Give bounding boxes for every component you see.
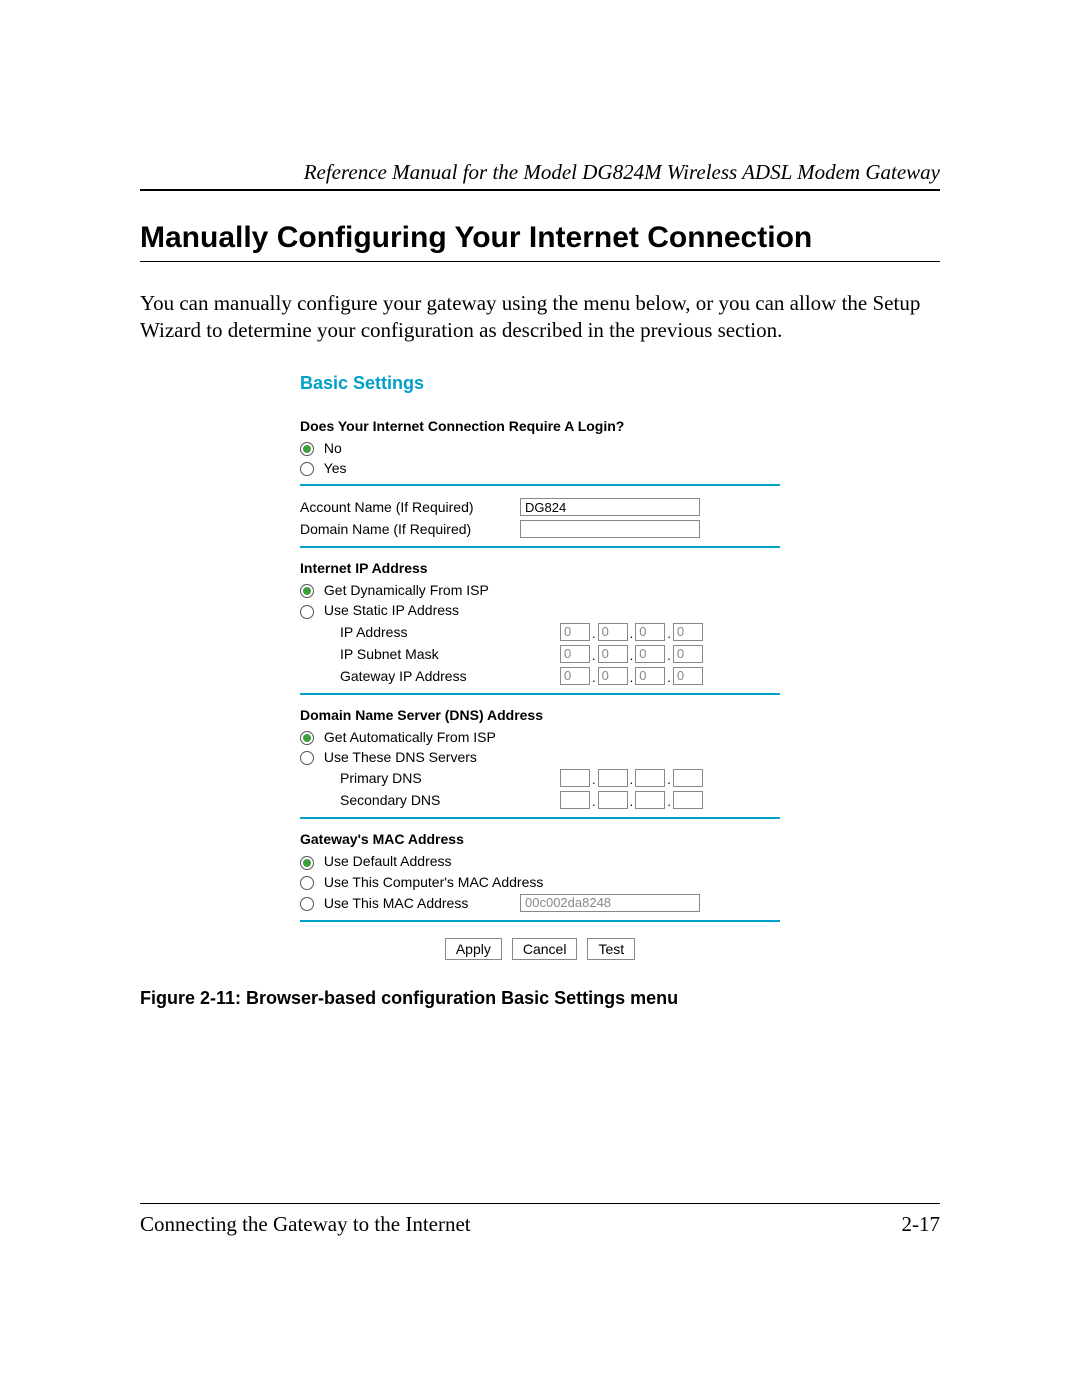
secondary-dns-octet[interactable]: [598, 791, 628, 809]
apply-button[interactable]: Apply: [445, 938, 502, 960]
dns-manual-label: Use These DNS Servers: [324, 749, 477, 765]
radio-icon: [300, 462, 314, 476]
domain-name-label: Domain Name (If Required): [300, 521, 520, 537]
domain-name-input[interactable]: [520, 520, 700, 538]
cancel-button[interactable]: Cancel: [512, 938, 578, 960]
divider: [300, 693, 780, 695]
gw-octet[interactable]: [635, 667, 665, 685]
divider: [300, 546, 780, 548]
mac-default-option[interactable]: Use Default Address: [300, 853, 452, 869]
login-no-option[interactable]: No: [300, 440, 342, 456]
heading-rule: [140, 261, 940, 262]
radio-icon: [300, 584, 314, 598]
ip-octet[interactable]: [598, 623, 628, 641]
secondary-dns-label: Secondary DNS: [300, 792, 560, 808]
ip-static-option[interactable]: Use Static IP Address: [300, 602, 459, 618]
divider: [300, 817, 780, 819]
basic-settings-panel: Basic Settings Does Your Internet Connec…: [300, 373, 780, 960]
radio-icon: [300, 856, 314, 870]
secondary-dns-octet[interactable]: [560, 791, 590, 809]
footer-chapter: Connecting the Gateway to the Internet: [140, 1212, 471, 1237]
gw-octet[interactable]: [598, 667, 628, 685]
footer-rule: [140, 1203, 940, 1204]
login-yes-label: Yes: [324, 460, 347, 476]
header-reference: Reference Manual for the Model DG824M Wi…: [140, 160, 940, 185]
primary-dns-label: Primary DNS: [300, 770, 560, 786]
mac-address-input[interactable]: [520, 894, 700, 912]
mac-this-label: Use This MAC Address: [324, 895, 468, 911]
primary-dns-octet[interactable]: [635, 769, 665, 787]
dns-heading: Domain Name Server (DNS) Address: [300, 707, 780, 723]
gw-octet[interactable]: [673, 667, 703, 685]
gw-octet[interactable]: [560, 667, 590, 685]
mac-default-label: Use Default Address: [324, 853, 452, 869]
mac-this-option[interactable]: Use This MAC Address: [300, 895, 520, 911]
ip-address-label: IP Address: [300, 624, 560, 640]
login-question: Does Your Internet Connection Require A …: [300, 418, 780, 434]
figure-caption: Figure 2-11: Browser-based configuration…: [140, 988, 940, 1009]
ip-static-label: Use Static IP Address: [324, 602, 459, 618]
divider: [300, 920, 780, 922]
ip-heading: Internet IP Address: [300, 560, 780, 576]
ip-octet[interactable]: [560, 623, 590, 641]
section-heading: Manually Configuring Your Internet Conne…: [140, 221, 940, 255]
gw-label: Gateway IP Address: [300, 668, 560, 684]
secondary-dns-octet[interactable]: [673, 791, 703, 809]
mac-computer-option[interactable]: Use This Computer's MAC Address: [300, 874, 543, 890]
radio-icon: [300, 751, 314, 765]
radio-icon: [300, 897, 314, 911]
radio-icon: [300, 731, 314, 745]
panel-title: Basic Settings: [300, 373, 780, 394]
subnet-octet[interactable]: [598, 645, 628, 663]
ip-dynamic-label: Get Dynamically From ISP: [324, 582, 489, 598]
subnet-label: IP Subnet Mask: [300, 646, 560, 662]
ip-octet[interactable]: [635, 623, 665, 641]
primary-dns-octet[interactable]: [560, 769, 590, 787]
test-button[interactable]: Test: [587, 938, 635, 960]
dns-manual-option[interactable]: Use These DNS Servers: [300, 749, 477, 765]
login-yes-option[interactable]: Yes: [300, 460, 346, 476]
radio-icon: [300, 605, 314, 619]
primary-dns-octet[interactable]: [598, 769, 628, 787]
radio-icon: [300, 442, 314, 456]
primary-dns-octet[interactable]: [673, 769, 703, 787]
account-name-label: Account Name (If Required): [300, 499, 520, 515]
subnet-octet[interactable]: [635, 645, 665, 663]
dns-auto-label: Get Automatically From ISP: [324, 729, 496, 745]
mac-heading: Gateway's MAC Address: [300, 831, 780, 847]
header-rule: [140, 189, 940, 191]
ip-octet[interactable]: [673, 623, 703, 641]
ip-dynamic-option[interactable]: Get Dynamically From ISP: [300, 582, 489, 598]
footer-page: 2-17: [902, 1212, 941, 1237]
subnet-octet[interactable]: [673, 645, 703, 663]
dns-auto-option[interactable]: Get Automatically From ISP: [300, 729, 496, 745]
intro-paragraph: You can manually configure your gateway …: [140, 290, 940, 345]
divider: [300, 484, 780, 486]
secondary-dns-octet[interactable]: [635, 791, 665, 809]
radio-icon: [300, 876, 314, 890]
subnet-octet[interactable]: [560, 645, 590, 663]
account-name-input[interactable]: [520, 498, 700, 516]
login-no-label: No: [324, 440, 342, 456]
mac-computer-label: Use This Computer's MAC Address: [324, 874, 544, 890]
